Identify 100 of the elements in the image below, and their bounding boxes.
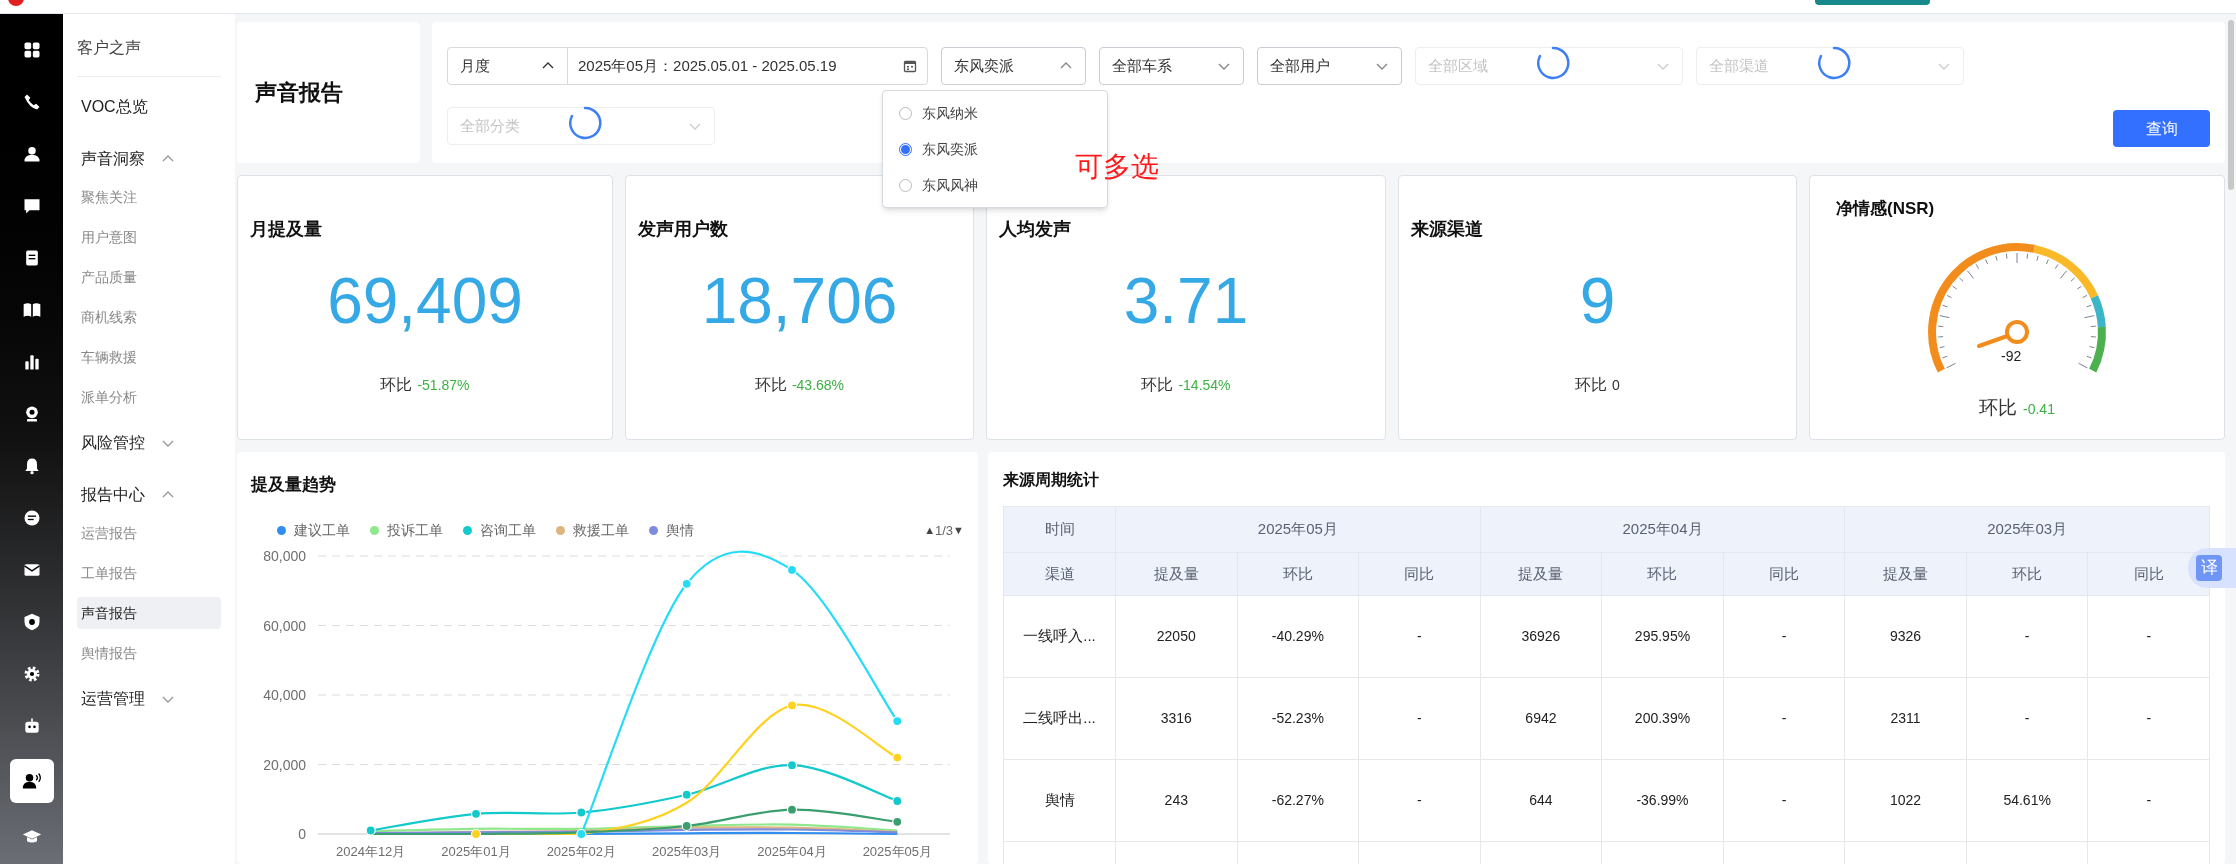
- table-cell: 295.95%: [1602, 596, 1724, 678]
- legend-label: 咨询工单: [480, 521, 536, 540]
- column-header: 同比: [1723, 553, 1846, 596]
- column-header: 环比: [1237, 553, 1360, 596]
- sidebar-subitem[interactable]: 车辆救援: [77, 341, 221, 373]
- axis-label: 0: [298, 825, 306, 842]
- data-point: [470, 808, 482, 819]
- kpi-value: 69,409: [327, 269, 523, 333]
- data-point: [892, 715, 903, 726]
- column-header: 环比: [1602, 553, 1724, 596]
- sidebar-subitem[interactable]: 产品质量: [77, 261, 221, 293]
- data-point: [681, 820, 692, 831]
- axis-label: 40,000: [263, 686, 306, 703]
- sidebar-subitem[interactable]: 聚焦关注: [77, 181, 221, 213]
- kpi-title: 月提及量: [250, 218, 322, 241]
- sidebar-subitem[interactable]: 舆情报告: [77, 637, 221, 669]
- table-cell: 1022: [1845, 760, 1967, 842]
- change-label: 环比: [754, 375, 787, 395]
- annotation-text: 可多选: [1075, 150, 1159, 184]
- sidebar-subitem[interactable]: 用户意图: [77, 221, 221, 253]
- change-value: -0.41: [2023, 399, 2055, 419]
- row-header: 一线呼入...: [1004, 596, 1116, 678]
- kpi-title: 净情感(NSR): [1836, 198, 1935, 220]
- pager-prev-button[interactable]: ▲: [924, 522, 936, 539]
- axis-label: 60,000: [263, 617, 306, 633]
- query-button[interactable]: 查询: [2113, 110, 2210, 147]
- table-cell: -: [1359, 760, 1481, 842]
- legend-label: 投诉工单: [387, 521, 443, 540]
- row-header: 二线呼出...: [1004, 678, 1116, 760]
- pager-next-button[interactable]: ▼: [953, 522, 964, 539]
- data-point: [892, 795, 903, 806]
- sidebar-subitem[interactable]: 工单报告: [77, 557, 221, 589]
- pager-text: 1/3: [935, 521, 954, 540]
- change-value: -51.87%: [417, 376, 470, 395]
- column-header: 提及量: [1116, 553, 1238, 596]
- data-point: [892, 816, 903, 827]
- table-title: 来源周期统计: [1003, 470, 1100, 490]
- sidebar-subitem[interactable]: 声音报告: [77, 597, 221, 629]
- kpi-title: 人均发声: [999, 218, 1071, 241]
- data-point: [470, 828, 482, 839]
- data-point: [892, 752, 903, 763]
- sidebar-subitem[interactable]: 商机线索: [77, 301, 221, 333]
- sidebar-item[interactable]: VOC总览: [77, 85, 221, 129]
- table-cell: -52.23%: [1237, 678, 1360, 760]
- person-speaking-icon: [21, 771, 42, 791]
- table-cell: -62.27%: [1237, 760, 1360, 842]
- data-point: [576, 806, 587, 818]
- table-cell: 9326: [1845, 596, 1967, 678]
- table-cell: 644: [1480, 760, 1603, 842]
- change-label: 环比: [380, 375, 413, 395]
- page-title: 声音报告: [255, 79, 343, 107]
- column-header: 渠道: [1004, 553, 1116, 596]
- table-cell: -: [2088, 760, 2210, 842]
- table-cell: -: [1966, 596, 2089, 678]
- select-field[interactable]: 全部车系: [1099, 47, 1244, 85]
- sidebar-group[interactable]: 运营管理: [77, 677, 221, 721]
- table-cell: 36926: [1480, 596, 1603, 678]
- change-value: -14.54%: [1178, 376, 1231, 395]
- column-header: 同比: [1359, 553, 1481, 596]
- column-header: 2025年04月: [1480, 507, 1846, 553]
- table-cell: -: [1723, 678, 1846, 760]
- data-point: [681, 789, 692, 800]
- table-cell: 2311: [1845, 678, 1967, 760]
- data-point: [786, 699, 798, 710]
- table-cell: -: [1723, 760, 1846, 842]
- sidebar-subitem[interactable]: 运营报告: [77, 517, 221, 549]
- dropdown-option[interactable]: 东风纳米: [883, 95, 1107, 131]
- table-cell: -: [1966, 678, 2089, 760]
- sidebar-group[interactable]: 风险管控: [77, 421, 221, 465]
- kpi-value: 9: [1579, 269, 1616, 333]
- table-cell: -: [1359, 678, 1481, 760]
- table-cell: -40.29%: [1237, 596, 1360, 678]
- row-header: 舆情: [1004, 760, 1116, 842]
- axis-label: 20,000: [263, 756, 306, 772]
- legend-label: 建议工单: [294, 521, 350, 540]
- axis-label: 2025年02月: [546, 843, 617, 859]
- change-label: 环比: [1979, 395, 2018, 420]
- table-cell: -: [2088, 678, 2210, 760]
- kpi-value: 3.71: [1123, 269, 1249, 333]
- change-label: 环比: [1575, 375, 1608, 395]
- axis-label: 2025年03月: [651, 843, 722, 859]
- table-cell: 243: [1116, 760, 1238, 842]
- column-header: 时间: [1004, 507, 1116, 553]
- scrollbar[interactable]: [2228, 20, 2234, 190]
- change-value: -43.68%: [791, 376, 845, 395]
- sidebar-group[interactable]: 报告中心: [77, 473, 221, 517]
- change-value: 0: [1612, 376, 1620, 395]
- axis-label: 80,000: [263, 547, 306, 564]
- select-field[interactable]: 全部用户: [1257, 47, 1402, 85]
- table-cell: 3316: [1116, 678, 1238, 760]
- data-point: [681, 578, 692, 589]
- kpi-value: 18,706: [701, 269, 898, 333]
- sidebar-group[interactable]: 声音洞察: [77, 137, 221, 181]
- sidebar-subitem[interactable]: 派单分析: [77, 381, 221, 413]
- sidebar-title: 客户之声: [77, 36, 221, 77]
- rail-button[interactable]: [9, 759, 54, 803]
- axis-label: 2025年01月: [441, 843, 511, 859]
- gauge-value: -92: [2001, 346, 2022, 366]
- legend-label: 舆情: [666, 521, 694, 540]
- data-point: [786, 759, 798, 770]
